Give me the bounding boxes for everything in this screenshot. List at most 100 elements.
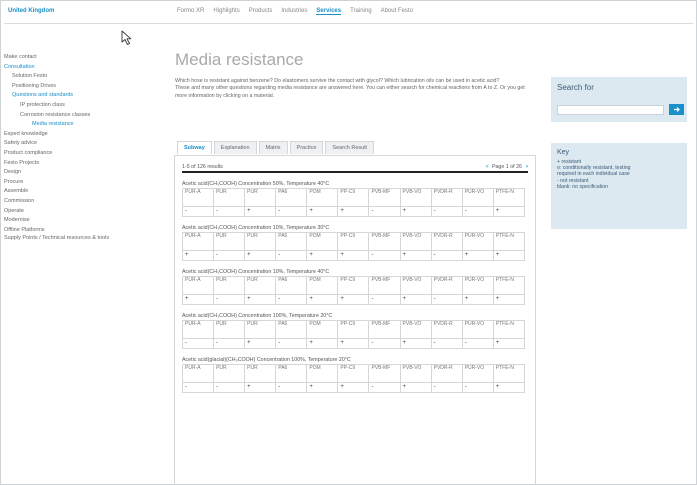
result-group-title[interactable]: Acetic acid(CH₃COOH) Concentration 10%, … [182, 268, 528, 276]
resistance-cell: + [337, 338, 370, 349]
material-column-header: PVB-MF [368, 232, 401, 251]
table-header-row: PUR-A PUR PUR PA6 POM PP-C9 PVB-MF PVB-VO PVDR-R… [181, 232, 526, 251]
material-column-header: PTFE-N [492, 232, 526, 251]
search-title: Search for [557, 83, 594, 92]
result-group-title[interactable]: Acetic acid(glacial)(CH₃COOH) Concentrat… [182, 356, 528, 364]
next-page-button[interactable]: › [526, 164, 528, 170]
sidebar-item-operate[interactable]: Operate [4, 207, 164, 217]
nav-item-products[interactable]: Products [249, 8, 273, 15]
result-group-title[interactable]: Acetic acid(CH₃COOH) Concentration 100%,… [182, 312, 528, 320]
result-group-title[interactable]: Acetic acid(CH₃COOH) Concentration 50%, … [182, 180, 528, 188]
sidebar-item-make-contact[interactable]: Make contact [4, 53, 164, 63]
resistance-cell: - [213, 294, 246, 305]
key-title: Key [557, 149, 570, 156]
resistance-table: PUR-A PUR PUR PA6 POM PP-C9 PVB-MF PVB-VO PVDR-R… [181, 320, 526, 349]
sidebar-item-design[interactable]: Design [4, 168, 164, 178]
material-column-header: PP-C9 [337, 232, 370, 251]
sidebar-item-ip-protection-class[interactable]: IP protection class [4, 101, 164, 111]
sidebar-item-commission[interactable]: Commission [4, 197, 164, 207]
resistance-cell: + [492, 250, 526, 261]
sidebar-item-solution-festo[interactable]: Solution Festo [4, 72, 164, 82]
nav-item-formo-xr[interactable]: Formo XR [177, 8, 204, 15]
tab-search-result[interactable]: Search Result [325, 141, 374, 154]
material-column-header: PUR [213, 276, 246, 295]
material-column-header: PUR-A [181, 188, 215, 207]
material-column-header: PVDR-R [430, 232, 463, 251]
table-row: - - + - + + - + - - + [181, 338, 526, 349]
material-column-header: PVB-VO [399, 232, 432, 251]
sidebar-item-questions-and-standards[interactable]: Questions and standards [4, 91, 164, 101]
sidebar-item-product-compliance[interactable]: Product compliance [4, 149, 164, 159]
sidebar-item-consultation[interactable]: Consultation [4, 63, 164, 73]
sidebar-item-festo-projects[interactable]: Festo Projects [4, 159, 164, 169]
resistance-cell: + [181, 250, 215, 261]
material-column-header: PUR [244, 276, 277, 295]
material-column-header: PUR-VO [461, 276, 494, 295]
sidebar-item-corrosion-resistance-classes[interactable]: Corrosion resistance classes [4, 111, 164, 121]
sidebar-item-media-resistance[interactable]: Media resistance [4, 120, 164, 130]
material-column-header: PVB-VO [399, 276, 432, 295]
material-column-header: POM [306, 320, 339, 339]
resistance-cell: + [181, 294, 215, 305]
material-column-header: PVDR-R [430, 276, 463, 295]
search-input[interactable] [557, 104, 664, 115]
material-column-header: PA6 [275, 232, 308, 251]
resistance-table: PUR-A PUR PUR PA6 POM PP-C9 PVB-MF PVB-VO PVDR-R… [181, 232, 526, 261]
nav-item-industries[interactable]: Industries [281, 8, 307, 15]
intro-paragraph: These and many other questions regarding… [175, 85, 525, 99]
sidebar-item-positioning-drives[interactable]: Positioning Drives [4, 82, 164, 92]
material-column-header: PVDR-R [430, 364, 463, 383]
resistance-cell: - [275, 294, 308, 305]
result-group: Acetic acid(CH₃COOH) Concentration 10%, … [181, 268, 528, 305]
results-count: 1-5 of 126 results [182, 163, 223, 170]
resistance-cell: - [430, 206, 463, 217]
resistance-cell: - [213, 250, 246, 261]
mouse-cursor-icon [121, 30, 132, 45]
table-row: + - + - + + - + - + + [181, 250, 526, 261]
resistance-cell: - [368, 382, 401, 393]
nav-item-services[interactable]: Services [316, 8, 342, 15]
sidebar-item-assemble[interactable]: Assemble [4, 187, 164, 197]
material-column-header: PP-C9 [337, 320, 370, 339]
search-button[interactable] [669, 104, 684, 115]
nav-item-highlights[interactable]: Highlights [213, 8, 239, 15]
material-column-header: PUR-VO [461, 232, 494, 251]
results-panel: 1-5 of 126 results ‹ Page 1 of 26 › Acet… [174, 155, 536, 485]
resistance-cell: + [306, 338, 339, 349]
material-column-header: PTFE-N [492, 364, 526, 383]
resistance-cell: + [244, 382, 277, 393]
tab-matrix[interactable]: Matrix [258, 141, 288, 154]
sidebar-item-safety-advice[interactable]: Safety advice [4, 139, 164, 149]
material-column-header: PVB-VO [399, 188, 432, 207]
material-column-header: PA6 [275, 364, 308, 383]
tab-practice[interactable]: Practice [289, 141, 324, 154]
tab-subway[interactable]: Subway [177, 141, 212, 154]
result-group-title[interactable]: Acetic acid(CH₃COOH) Concentration 10%, … [182, 224, 528, 232]
tab-explanation[interactable]: Explanation [213, 141, 257, 154]
material-column-header: PUR-VO [461, 320, 494, 339]
resistance-cell: + [399, 250, 432, 261]
resistance-cell: - [181, 338, 215, 349]
material-column-header: PVB-MF [368, 276, 401, 295]
resistance-table: PUR-A PUR PUR PA6 POM PP-C9 PVB-MF PVB-VO PVDR-R… [181, 188, 526, 217]
sidebar-item-modernise[interactable]: Modernise [4, 216, 164, 226]
sidebar-item-procure[interactable]: Procure [4, 178, 164, 188]
material-column-header: PUR-VO [461, 188, 494, 207]
resistance-cell: - [430, 294, 463, 305]
country-selector[interactable]: United Kingdom [8, 8, 54, 14]
previous-page-button[interactable]: ‹ [486, 164, 488, 170]
sidebar-item-expert-knowledge[interactable]: Expert knowledge [4, 130, 164, 140]
sidebar-item-supply-points-technical-resources-tools[interactable]: Supply Points / Technical resources & to… [4, 235, 164, 242]
result-group: Acetic acid(glacial)(CH₃COOH) Concentrat… [181, 356, 528, 393]
sidebar-item-offline-platforms[interactable]: Offline Platforms [4, 226, 164, 236]
header-divider [4, 23, 693, 24]
intro-paragraph: Which hose is resistant against benzene?… [175, 78, 500, 84]
pagination: ‹ Page 1 of 26 › [486, 164, 528, 170]
resistance-cell: + [492, 382, 526, 393]
material-column-header: PUR-A [181, 276, 215, 295]
table-header-row: PUR-A PUR PUR PA6 POM PP-C9 PVB-MF PVB-VO PVDR-R… [181, 276, 526, 295]
nav-item-about-festo[interactable]: About Festo [381, 8, 413, 15]
resistance-cell: + [337, 250, 370, 261]
nav-item-training[interactable]: Training [350, 8, 371, 15]
material-column-header: PP-C9 [337, 364, 370, 383]
